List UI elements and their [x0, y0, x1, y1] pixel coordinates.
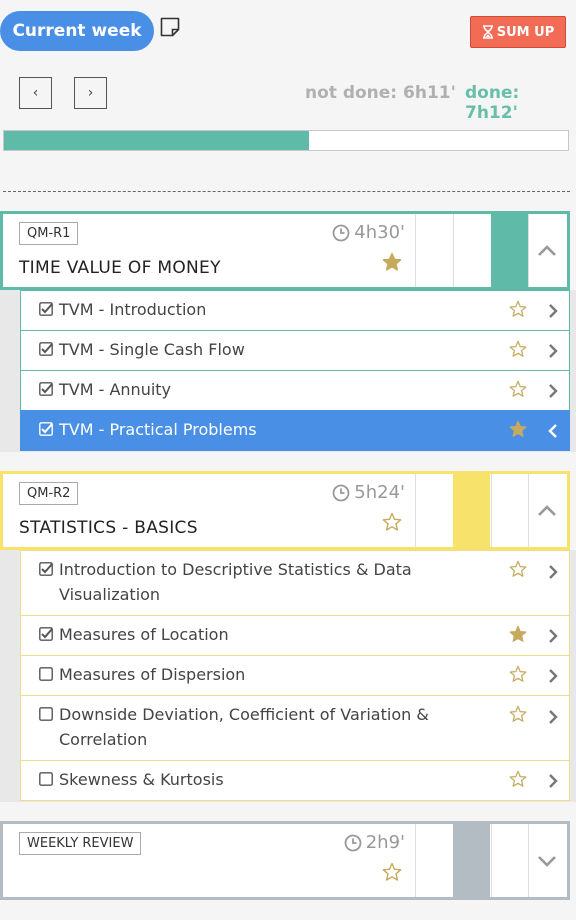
star-empty-icon[interactable]: [509, 380, 527, 398]
star-empty-icon[interactable]: [509, 665, 527, 683]
topic-label-line1: Downside Deviation, Coefficient of Varia…: [59, 705, 429, 724]
chevron-right-icon[interactable]: [547, 709, 559, 725]
column-divider: [491, 474, 492, 547]
sum-up-label: SUM UP: [496, 24, 555, 40]
next-week-button[interactable]: ›: [74, 77, 107, 109]
topic-label: Skewness & Kurtosis: [59, 770, 224, 789]
column-divider: [415, 824, 416, 897]
chevron-right-icon[interactable]: [547, 668, 559, 684]
topic-label-line2: Visualization: [59, 585, 161, 604]
chevron-right-icon[interactable]: [547, 343, 559, 359]
star-empty-icon[interactable]: [509, 300, 527, 318]
sum-up-button[interactable]: SUM UP: [470, 16, 566, 48]
section-header-qm-r1[interactable]: QM-R1 TIME VALUE OF MONEY 4h30': [0, 211, 570, 290]
topic-list: TVM - Introduction TVM - Single Cash Flo…: [0, 290, 576, 452]
topic-label: Measures of Dispersion: [59, 665, 246, 684]
section-code-tag: QM-R1: [19, 222, 79, 245]
section-color-block: [453, 824, 490, 897]
checkbox-unchecked-icon[interactable]: [39, 667, 53, 681]
star-empty-icon[interactable]: [509, 705, 527, 723]
column-divider: [453, 214, 454, 287]
chevron-up-icon: [538, 504, 556, 516]
star-empty-icon[interactable]: [382, 512, 402, 532]
topic-label: Measures of Location: [59, 625, 229, 644]
topic-row[interactable]: Skewness & Kurtosis: [20, 760, 570, 801]
expand-button[interactable]: [527, 824, 567, 897]
star-empty-icon[interactable]: [509, 340, 527, 358]
checkbox-checked-icon[interactable]: [39, 562, 53, 576]
star-filled-icon[interactable]: [382, 252, 402, 272]
section-time-value: 2h9': [365, 832, 405, 853]
section-color-block: [453, 474, 490, 547]
topic-row-active[interactable]: TVM - Practical Problems: [20, 410, 570, 451]
topic-row[interactable]: Downside Deviation, Coefficient of Varia…: [20, 695, 570, 761]
star-filled-icon[interactable]: [509, 625, 527, 643]
checkbox-unchecked-icon[interactable]: [39, 772, 53, 786]
current-week-label: Current week: [12, 21, 142, 41]
chevron-right-icon[interactable]: [547, 303, 559, 319]
progress-fill: [4, 131, 309, 150]
week-progress-bar: [3, 130, 569, 151]
collapse-button[interactable]: [527, 214, 567, 287]
chevron-right-icon[interactable]: [547, 628, 559, 644]
topic-label-line1: Introduction to Descriptive Statistics &…: [59, 560, 412, 579]
collapse-button[interactable]: [527, 474, 567, 547]
done-time: done: 7h12': [465, 83, 520, 123]
checkbox-checked-icon[interactable]: [39, 342, 53, 356]
chevron-down-icon: [538, 855, 556, 867]
section-code-tag: QM-R2: [19, 482, 79, 505]
topic-label: TVM - Introduction: [59, 300, 207, 319]
chevron-right-icon: ›: [87, 85, 94, 101]
star-empty-icon[interactable]: [382, 862, 402, 882]
checkbox-checked-icon[interactable]: [39, 422, 53, 436]
chevron-right-icon[interactable]: [547, 383, 559, 399]
section-time: 5h24': [332, 482, 405, 503]
clock-icon: [332, 224, 350, 242]
section-header-qm-r2[interactable]: QM-R2 STATISTICS - BASICS 5h24': [0, 471, 570, 550]
chevron-right-icon[interactable]: [547, 564, 559, 580]
checkbox-checked-icon[interactable]: [39, 382, 53, 396]
clock-icon: [332, 484, 350, 502]
chevron-right-icon[interactable]: [547, 773, 559, 789]
checkbox-checked-icon[interactable]: [39, 302, 53, 316]
topic-row[interactable]: TVM - Single Cash Flow: [20, 330, 570, 371]
topic-label-line2: Correlation: [59, 730, 148, 749]
column-divider: [415, 474, 416, 547]
topic-row[interactable]: Measures of Location: [20, 615, 570, 656]
note-icon[interactable]: [160, 17, 180, 37]
star-filled-icon[interactable]: [509, 420, 527, 438]
topic-label: TVM - Practical Problems: [59, 420, 257, 439]
star-empty-icon[interactable]: [509, 560, 527, 578]
divider: [3, 191, 570, 192]
chevron-left-icon: ‹: [32, 85, 39, 101]
current-week-button[interactable]: Current week: [0, 11, 154, 51]
topic-list: Introduction to Descriptive Statistics &…: [0, 550, 576, 802]
column-divider: [415, 214, 416, 287]
hourglass-icon: [482, 25, 493, 39]
section-time: 2h9': [344, 832, 405, 853]
checkbox-unchecked-icon[interactable]: [39, 707, 53, 721]
clock-icon: [344, 834, 362, 852]
not-done-time: not done: 6h11': [305, 83, 456, 103]
checkbox-checked-icon[interactable]: [39, 627, 53, 641]
column-divider: [491, 824, 492, 897]
topic-label: TVM - Single Cash Flow: [59, 340, 245, 359]
section-time: 4h30': [332, 222, 405, 243]
previous-week-button[interactable]: ‹: [19, 77, 52, 109]
section-title: STATISTICS - BASICS: [19, 518, 198, 538]
star-empty-icon[interactable]: [509, 770, 527, 788]
topic-row[interactable]: TVM - Annuity: [20, 370, 570, 411]
section-header-weekly-review[interactable]: WEEKLY REVIEW 2h9': [0, 821, 570, 900]
chevron-up-icon: [538, 244, 556, 256]
topic-label: TVM - Annuity: [59, 380, 172, 399]
topic-row[interactable]: TVM - Introduction: [20, 290, 570, 331]
topic-row[interactable]: Introduction to Descriptive Statistics &…: [20, 550, 570, 616]
section-time-value: 4h30': [354, 222, 405, 243]
section-code-tag: WEEKLY REVIEW: [19, 832, 142, 855]
topic-row[interactable]: Measures of Dispersion: [20, 655, 570, 696]
section-color-block: [491, 214, 528, 287]
section-title: TIME VALUE OF MONEY: [19, 258, 221, 278]
chevron-left-icon[interactable]: [547, 423, 559, 439]
section-time-value: 5h24': [354, 482, 405, 503]
